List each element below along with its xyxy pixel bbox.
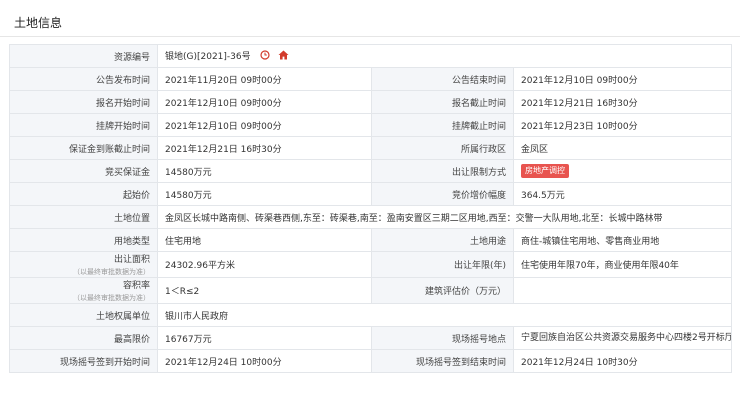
restriction-label: 出让限制方式 bbox=[371, 159, 514, 183]
area-label: 出让面积 bbox=[113, 255, 150, 265]
building-price-value bbox=[512, 277, 733, 304]
term-value: 住宅使用年限70年，商业使用年限40年 bbox=[512, 251, 733, 278]
listing-start-value: 2021年12月10日 09时00分 bbox=[157, 113, 372, 137]
start-price-value: 14580万元 bbox=[157, 182, 372, 206]
table-row: 最高限价 16767万元 现场摇号地点 宁夏回族自治区公共资源交易服务中心四楼2… bbox=[9, 326, 733, 350]
listing-end-label: 挂牌截止时间 bbox=[371, 113, 514, 137]
table-row: 现场摇号签到开始时间 2021年12月24日 10时00分 现场摇号签到结束时间… bbox=[9, 349, 733, 373]
area-note: （以最终审批数据为准） bbox=[73, 268, 150, 276]
table-row: 用地类型 住宅用地 土地用途 商住-城镇住宅用地、零售商业用地 bbox=[9, 228, 733, 252]
increment-value: 364.5万元 bbox=[512, 182, 733, 206]
listing-end-value: 2021年12月23日 10时00分 bbox=[512, 113, 733, 137]
term-label: 出让年限(年) bbox=[371, 251, 514, 278]
restriction-value-cell: 房地产调控 bbox=[512, 159, 733, 183]
max-price-label: 最高限价 bbox=[9, 326, 158, 350]
owner-value: 银川市人民政府 bbox=[156, 303, 733, 327]
max-price-value: 16767万元 bbox=[157, 326, 372, 350]
restriction-badge: 房地产调控 bbox=[521, 164, 569, 178]
deposit-deadline-value: 2021年12月21日 16时30分 bbox=[157, 136, 372, 160]
area-value: 24302.96平方米 bbox=[157, 251, 372, 278]
bid-deposit-label: 竞买保证金 bbox=[9, 159, 158, 183]
table-row: 公告发布时间 2021年11月20日 09时00分 公告结束时间 2021年12… bbox=[9, 67, 733, 91]
lottery-place-label: 现场摇号地点 bbox=[371, 326, 514, 350]
home-icon[interactable] bbox=[278, 50, 289, 63]
table-row: 报名开始时间 2021年12月10日 09时00分 报名截止时间 2021年12… bbox=[9, 90, 733, 114]
table-row: 土地位置 金凤区长城中路南侧、砖渠巷西侧,东至：砖渠巷,南至：盈南安置区三期二区… bbox=[9, 205, 733, 229]
table-row: 起始价 14580万元 竞价增价幅度 364.5万元 bbox=[9, 182, 733, 206]
signup-end-value: 2021年12月21日 16时30分 bbox=[512, 90, 733, 114]
listing-start-label: 挂牌开始时间 bbox=[9, 113, 158, 137]
increment-label: 竞价增价幅度 bbox=[371, 182, 514, 206]
start-price-label: 起始价 bbox=[9, 182, 158, 206]
land-use-value: 商住-城镇住宅用地、零售商业用地 bbox=[512, 228, 733, 252]
table-row: 资源编号 银地(G)[2021]-36号 bbox=[9, 44, 733, 68]
far-value: 1＜R≤2 bbox=[157, 277, 372, 304]
area-label-cell: 出让面积 （以最终审批数据为准） bbox=[9, 251, 158, 278]
table-row: 出让面积 （以最终审批数据为准） 24302.96平方米 出让年限(年) 住宅使… bbox=[9, 251, 733, 278]
usage-type-value: 住宅用地 bbox=[157, 228, 372, 252]
notice-start-label: 公告发布时间 bbox=[9, 67, 158, 91]
district-label: 所属行政区 bbox=[371, 136, 514, 160]
lottery-signin-end-label: 现场摇号签到结束时间 bbox=[371, 349, 514, 373]
owner-label: 土地权属单位 bbox=[9, 303, 158, 327]
lottery-signin-start-label: 现场摇号签到开始时间 bbox=[9, 349, 158, 373]
far-label-cell: 容积率 （以最终审批数据为准） bbox=[9, 277, 158, 304]
notice-end-value: 2021年12月10日 09时00分 bbox=[512, 67, 733, 91]
lottery-signin-start-value: 2021年12月24日 10时00分 bbox=[157, 349, 372, 373]
section-header: 土地信息 bbox=[0, 0, 740, 37]
signup-end-label: 报名截止时间 bbox=[371, 90, 514, 114]
table-row: 竞买保证金 14580万元 出让限制方式 房地产调控 bbox=[9, 159, 733, 183]
land-info-table: 资源编号 银地(G)[2021]-36号 公告发布时间 2021年11月20日 … bbox=[9, 44, 733, 373]
location-label: 土地位置 bbox=[9, 205, 158, 229]
table-row: 容积率 （以最终审批数据为准） 1＜R≤2 建筑评估价（万元） bbox=[9, 277, 733, 304]
land-use-label: 土地用途 bbox=[371, 228, 514, 252]
notice-end-label: 公告结束时间 bbox=[371, 67, 514, 91]
table-row: 挂牌开始时间 2021年12月10日 09时00分 挂牌截止时间 2021年12… bbox=[9, 113, 733, 137]
resource-no-label: 资源编号 bbox=[9, 44, 158, 68]
page-title: 土地信息 bbox=[14, 16, 63, 30]
table-row: 土地权属单位 银川市人民政府 bbox=[9, 303, 733, 327]
notice-start-value: 2021年11月20日 09时00分 bbox=[157, 67, 372, 91]
lottery-signin-end-value: 2021年12月24日 10时30分 bbox=[512, 349, 733, 373]
lottery-place-value: 宁夏回族自治区公共资源交易服务中心四楼2号开标厅 bbox=[512, 326, 733, 350]
district-value: 金凤区 bbox=[512, 136, 733, 160]
resource-no-value-cell: 银地(G)[2021]-36号 bbox=[156, 44, 733, 68]
building-price-label: 建筑评估价（万元） bbox=[371, 277, 514, 304]
far-label: 容积率 bbox=[122, 281, 150, 291]
far-note: （以最终审批数据为准） bbox=[73, 294, 150, 302]
deposit-deadline-label: 保证金到账截止时间 bbox=[9, 136, 158, 160]
signup-start-value: 2021年12月10日 09时00分 bbox=[157, 90, 372, 114]
signup-start-label: 报名开始时间 bbox=[9, 90, 158, 114]
location-value: 金凤区长城中路南侧、砖渠巷西侧,东至：砖渠巷,南至：盈南安置区三期二区用地,西至… bbox=[156, 205, 733, 229]
bid-deposit-value: 14580万元 bbox=[157, 159, 372, 183]
usage-type-label: 用地类型 bbox=[9, 228, 158, 252]
clock-icon[interactable] bbox=[259, 50, 270, 63]
table-row: 保证金到账截止时间 2021年12月21日 16时30分 所属行政区 金凤区 bbox=[9, 136, 733, 160]
resource-no-value: 银地(G)[2021]-36号 bbox=[165, 52, 251, 62]
